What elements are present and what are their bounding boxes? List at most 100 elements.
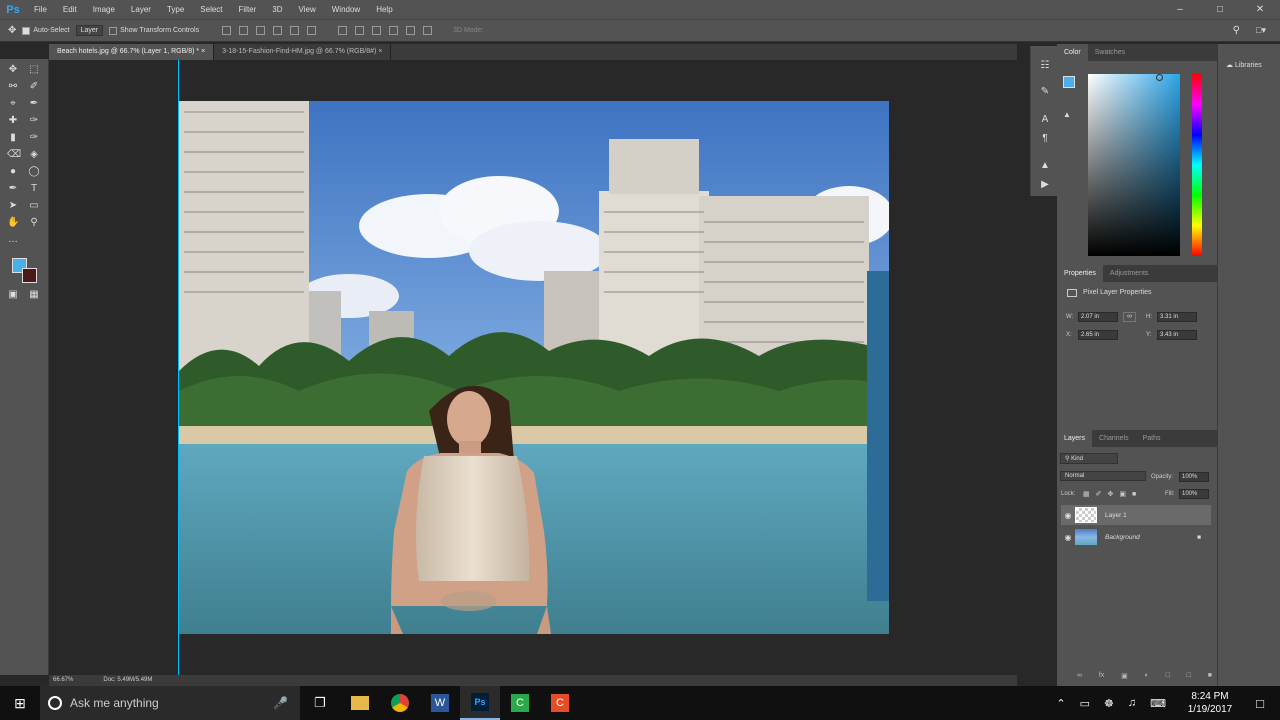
- paint-bucket-icon[interactable]: ◈: [28, 149, 40, 161]
- photoshop-taskbar-icon[interactable]: Ps: [460, 686, 500, 720]
- fx-icon[interactable]: fx: [1099, 672, 1104, 680]
- menu-image[interactable]: Image: [85, 0, 123, 19]
- color-picker-cursor[interactable]: [1156, 74, 1163, 81]
- align-center-icon[interactable]: [290, 26, 300, 35]
- dodge-tool-icon[interactable]: ◯: [28, 166, 40, 178]
- 3d-panel-icon[interactable]: ▲: [1039, 160, 1051, 172]
- visibility-eye-icon[interactable]: ◉: [1061, 533, 1075, 542]
- brush-panel-icon[interactable]: ✎: [1039, 86, 1051, 98]
- tab-swatches[interactable]: Swatches: [1088, 44, 1132, 61]
- distribute-icon[interactable]: [372, 26, 382, 35]
- blur-tool-icon[interactable]: ●: [7, 166, 19, 178]
- align-right-icon[interactable]: [307, 26, 317, 35]
- color-fg-swatch[interactable]: [1063, 76, 1075, 88]
- layer-row-background[interactable]: ◉ Background ■: [1061, 527, 1211, 547]
- hand-tool-icon[interactable]: ✋: [7, 217, 19, 229]
- layer-dropdown[interactable]: Layer: [75, 25, 104, 36]
- libraries-tab[interactable]: ☁ Libraries: [1226, 61, 1262, 69]
- actions-panel-icon[interactable]: ▶: [1039, 179, 1051, 191]
- volume-icon[interactable]: ♫: [1128, 697, 1136, 710]
- align-middle-icon[interactable]: [239, 26, 249, 35]
- menu-view[interactable]: View: [291, 0, 324, 19]
- color-field[interactable]: [1088, 74, 1180, 256]
- search-input[interactable]: Ask me anything: [70, 696, 265, 710]
- close-icon[interactable]: ×: [201, 48, 205, 55]
- word-icon[interactable]: W: [420, 686, 460, 720]
- chevron-up-icon[interactable]: ⌃: [1056, 697, 1065, 710]
- opacity-field[interactable]: 100%: [1179, 472, 1209, 482]
- distribute-icon[interactable]: [389, 26, 399, 35]
- eraser-tool-icon[interactable]: ⌫: [7, 149, 21, 161]
- kind-filter[interactable]: ⚲ Kind: [1060, 453, 1118, 464]
- menu-select[interactable]: Select: [192, 0, 230, 19]
- move-tool-icon[interactable]: ✥: [8, 25, 16, 36]
- link-icon[interactable]: ∞: [1123, 312, 1136, 322]
- group-icon[interactable]: □: [1166, 672, 1170, 680]
- character-panel-icon[interactable]: A: [1039, 114, 1051, 126]
- screen-mode-icon[interactable]: ▦: [28, 289, 40, 301]
- brush-tool-icon[interactable]: ✑: [28, 115, 40, 127]
- history-panel-icon[interactable]: ☷: [1039, 60, 1051, 72]
- maximize-icon[interactable]: □: [1200, 0, 1240, 19]
- height-field[interactable]: 3.31 in: [1157, 312, 1197, 322]
- visibility-eye-icon[interactable]: ◉: [1061, 511, 1075, 520]
- marquee-tool-icon[interactable]: ⬚: [28, 64, 40, 76]
- eyedropper-tool-icon[interactable]: ✒: [28, 98, 40, 110]
- wifi-icon[interactable]: ☸: [1104, 697, 1114, 710]
- distribute-icon[interactable]: [338, 26, 348, 35]
- search-icon[interactable]: ⚲: [1233, 25, 1240, 36]
- notifications-icon[interactable]: □: [1240, 686, 1280, 720]
- path-select-icon[interactable]: ➤: [7, 200, 19, 212]
- menu-type[interactable]: Type: [159, 0, 192, 19]
- blend-mode-dropdown[interactable]: Normal: [1060, 471, 1146, 481]
- y-field[interactable]: 3.43 in: [1157, 330, 1197, 340]
- auto-select-checkbox[interactable]: Auto-Select: [22, 26, 70, 35]
- menu-window[interactable]: Window: [324, 0, 368, 19]
- menu-filter[interactable]: Filter: [231, 0, 265, 19]
- lock-icons[interactable]: ▦✐✥▣■: [1083, 490, 1142, 498]
- align-top-icon[interactable]: [222, 26, 232, 35]
- align-left-icon[interactable]: [273, 26, 283, 35]
- move-tool-icon[interactable]: ✥: [7, 64, 19, 76]
- quick-select-tool-icon[interactable]: ✐: [28, 81, 40, 93]
- camtasia-icon[interactable]: C: [500, 686, 540, 720]
- minimize-icon[interactable]: –: [1160, 0, 1200, 19]
- keyboard-icon[interactable]: ⌨: [1150, 697, 1166, 710]
- new-layer-icon[interactable]: □: [1187, 672, 1191, 680]
- stamp-tool-icon[interactable]: ▮: [7, 132, 19, 144]
- tab-properties[interactable]: Properties: [1057, 265, 1103, 282]
- fill-field[interactable]: 100%: [1179, 489, 1209, 499]
- distribute-icon[interactable]: [406, 26, 416, 35]
- workspace-icon[interactable]: □▾: [1256, 25, 1266, 36]
- lasso-tool-icon[interactable]: ⚯: [7, 81, 19, 93]
- close-icon[interactable]: ✕: [1240, 0, 1280, 19]
- layer-name[interactable]: Background: [1105, 534, 1197, 541]
- pen-tool-icon[interactable]: ✒: [7, 183, 19, 195]
- width-field[interactable]: 2.07 in: [1078, 312, 1118, 322]
- paragraph-panel-icon[interactable]: ¶: [1039, 133, 1051, 145]
- tab-layers[interactable]: Layers: [1057, 430, 1093, 447]
- rectangle-tool-icon[interactable]: ▭: [28, 200, 40, 212]
- more-tools-icon[interactable]: …: [7, 234, 19, 246]
- battery-icon[interactable]: ▭: [1080, 697, 1090, 710]
- layer-row-layer1[interactable]: ◉ Layer 1: [1061, 505, 1211, 525]
- type-tool-icon[interactable]: T: [28, 183, 40, 195]
- camtasia-recorder-icon[interactable]: C: [540, 686, 580, 720]
- tab-adjustments[interactable]: Adjustments: [1103, 265, 1156, 282]
- zoom-level[interactable]: 66.67%: [53, 675, 73, 686]
- document-canvas[interactable]: [179, 101, 889, 634]
- clock[interactable]: 8:24 PM 1/19/2017: [1180, 690, 1240, 716]
- tab-color[interactable]: Color: [1057, 44, 1088, 61]
- hue-slider[interactable]: [1192, 74, 1202, 256]
- tab-beach-hotels[interactable]: Beach hotels.jpg @ 66.7% (Layer 1, RGB/8…: [49, 44, 215, 60]
- cortana-search[interactable]: Ask me anything 🎤: [40, 686, 300, 720]
- tab-channels[interactable]: Channels: [1092, 430, 1136, 447]
- quick-mask-icon[interactable]: ▣: [7, 289, 19, 301]
- distribute-icon[interactable]: [423, 26, 433, 35]
- tab-fashion-find[interactable]: 3-18-15-Fashion-Find-HM.jpg @ 66.7% (RGB…: [214, 44, 392, 60]
- distribute-icon[interactable]: [355, 26, 365, 35]
- background-color-swatch[interactable]: [22, 268, 37, 283]
- x-field[interactable]: 2.65 in: [1078, 330, 1118, 340]
- microphone-icon[interactable]: 🎤: [273, 696, 300, 710]
- trash-icon[interactable]: ■: [1208, 672, 1212, 680]
